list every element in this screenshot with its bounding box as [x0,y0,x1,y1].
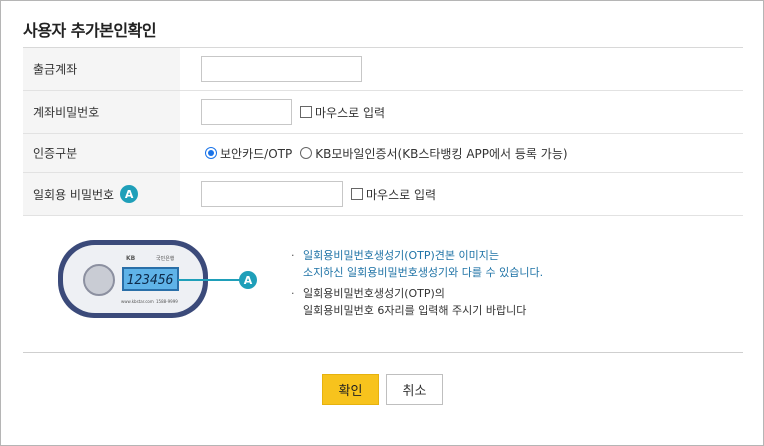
verification-form: 출금계좌 계좌비밀번호 마우스로 입력 인증구분 보안카드/OTP KB모바일인… [23,47,743,216]
otp-badge: A [120,185,139,203]
otp-input[interactable] [201,181,343,207]
otp-device-button [83,264,115,296]
otp-phone: 1588-9999 [156,299,178,304]
note-item: · 일회용비밀번호생성기(OTP)의 일회용비밀번호 6자리를 입력해 주시기 … [291,287,527,317]
otp-bank: 국민은행 [156,255,175,262]
row-auth-type: 인증구분 보안카드/OTP KB모바일인증서(KB스타뱅킹 APP에서 등록 가… [23,134,743,173]
otp-mouse-checkbox[interactable] [351,188,363,200]
password-label: 계좌비밀번호 [33,105,100,120]
otp-site: www.kbstar.com [121,299,154,304]
row-password: 계좌비밀번호 마우스로 입력 [23,91,743,134]
divider [23,352,743,353]
otp-brand: KB [126,255,136,262]
auth-option-mobile[interactable]: KB모바일인증서(KB스타뱅킹 APP에서 등록 가능) [300,145,568,162]
otp-label: 일회용 비밀번호 [33,187,115,202]
otp-notes: · 일회용비밀번호생성기(OTP)견본 이미지는 소지하신 일회용비밀번호생성기… [291,247,543,319]
auth-option-mobile-label: KB모바일인증서(KB스타뱅킹 APP에서 등록 가능) [315,146,568,161]
note-item: · 일회용비밀번호생성기(OTP)견본 이미지는 소지하신 일회용비밀번호생성기… [291,249,544,279]
password-mouse-label: 마우스로 입력 [315,105,386,120]
dialog: 사용자 추가본인확인 출금계좌 계좌비밀번호 마우스로 입력 인증구분 보안카드… [0,0,764,446]
auth-radio-mobile[interactable] [300,147,313,159]
otp-mouse-label: 마우스로 입력 [366,187,437,202]
otp-device-image: KB 국민은행 123456 www.kbstar.com 1588-9999 … [58,240,257,318]
password-mouse-input-option[interactable]: 마우스로 입력 [300,104,385,121]
cancel-button[interactable]: 취소 [386,374,443,405]
confirm-button[interactable]: 확인 [322,374,379,405]
auth-option-otp-label: 보안카드/OTP [220,146,293,161]
auth-radio-otp[interactable] [205,147,217,159]
account-label: 출금계좌 [33,62,78,77]
auth-type-label: 인증구분 [33,146,78,161]
row-account: 출금계좌 [23,48,743,91]
otp-mouse-input-option[interactable]: 마우스로 입력 [351,186,436,203]
page-title: 사용자 추가본인확인 [23,21,157,40]
svg-text:A: A [244,274,253,287]
password-input[interactable] [201,99,292,125]
row-otp: 일회용 비밀번호 A 마우스로 입력 [23,173,743,216]
otp-display-digits: 123456 [127,273,174,288]
password-mouse-checkbox[interactable] [300,106,312,118]
auth-option-otp[interactable]: 보안카드/OTP [205,145,292,162]
account-input[interactable] [201,56,362,82]
